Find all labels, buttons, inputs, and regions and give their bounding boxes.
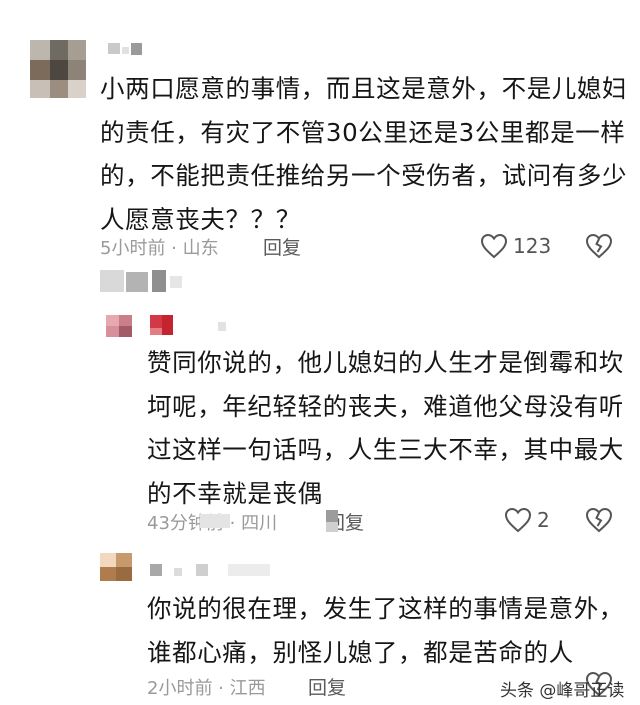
blur-overlay: [200, 514, 230, 528]
comment-line: 坷呢，年纪轻轻的丧夫，难道他父母没有听: [147, 391, 624, 421]
broken-heart-icon[interactable]: [585, 233, 613, 259]
watermark: 头条 @峰哥正读: [500, 681, 625, 701]
avatar[interactable]: [106, 315, 132, 337]
comment-line: 的责任，有灾了不管30公里还是3公里都是一样: [100, 117, 626, 147]
comment-line: 你说的很在理，发生了这样的事情是意外，: [147, 594, 624, 623]
blur-overlay: [326, 522, 338, 532]
comment-text: 小两口愿意的事情，而且这是意外，不是儿媳妇 的责任，有灾了不管30公里还是3公里…: [100, 67, 635, 241]
heart-outline-icon[interactable]: [480, 233, 508, 259]
avatar[interactable]: [100, 553, 132, 581]
comment-line: 赞同你说的，他儿媳妇的人生才是倒霉和坎: [147, 348, 624, 377]
comment-meta: 2小时前 · 江西: [147, 678, 266, 699]
like-count: 2: [537, 508, 550, 532]
reply-button[interactable]: 回复: [308, 673, 346, 700]
comment-text: 你说的很在理，发生了这样的事情是意外， 谁都心痛，别怪儿媳了，都是苦命的人: [147, 587, 627, 674]
heart-outline-icon[interactable]: [504, 507, 532, 533]
comment-line: 谁都心痛，别怪儿媳了，都是苦命的人: [147, 637, 574, 667]
comment-line: 的，不能把责任推给另一个受伤者，试问有多少: [100, 161, 628, 190]
comment-meta: 5小时前 · 山东: [100, 238, 219, 259]
like-count: 123: [513, 234, 552, 258]
blur-overlay: [326, 510, 338, 522]
broken-heart-icon[interactable]: [585, 507, 613, 533]
avatar[interactable]: [30, 40, 86, 98]
comment-line: 过这样一句话吗，人生三大不幸，其中最大: [147, 435, 624, 464]
reply-button[interactable]: 回复: [263, 233, 301, 260]
comment-text: 赞同你说的，他儿媳妇的人生才是倒霉和坎 坷呢，年纪轻轻的丧夫，难道他父母没有听 …: [147, 341, 627, 515]
comment-line: 小两口愿意的事情，而且这是意外，不是儿媳妇: [100, 74, 628, 103]
